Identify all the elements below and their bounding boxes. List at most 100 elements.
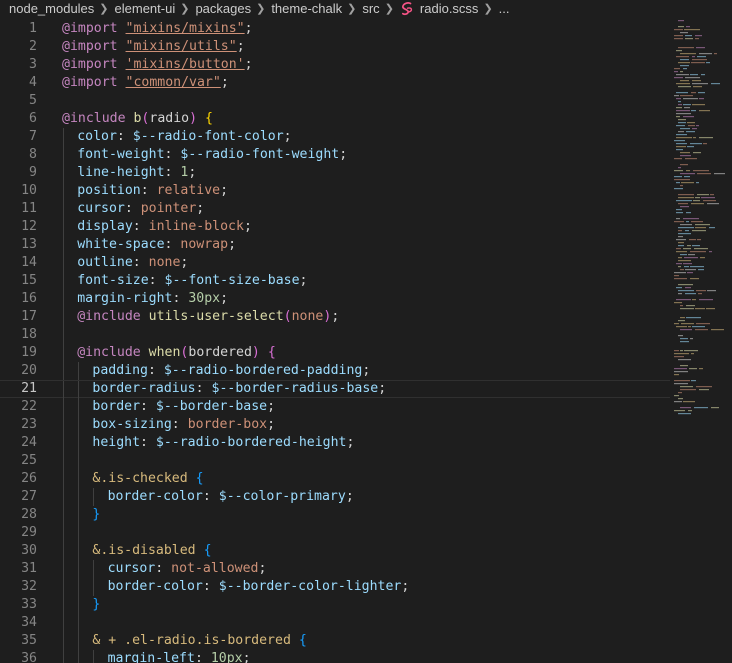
minimap-line	[696, 47, 705, 49]
breadcrumb-ellipsis[interactable]: ...	[499, 0, 510, 18]
code-text: display: inline-block;	[77, 218, 252, 236]
code-line[interactable]: 15 font-size: $--font-size-base;	[0, 272, 670, 290]
minimap-line	[697, 239, 701, 241]
indent-guide	[78, 488, 80, 506]
minimap-line	[674, 95, 679, 97]
code-line[interactable]: 26 &.is-checked {	[0, 470, 670, 488]
indent-guide	[63, 578, 64, 596]
code-line[interactable]: 10 position: relative;	[0, 182, 670, 200]
code-line[interactable]: 34	[0, 614, 670, 632]
minimap-line	[674, 77, 683, 79]
code-line[interactable]: 24 height: $--radio-bordered-height;	[0, 434, 670, 452]
code-line[interactable]: 8 font-weight: $--radio-font-weight;	[0, 146, 670, 164]
minimap-line	[676, 113, 691, 115]
minimap-line	[707, 203, 719, 205]
token: ;	[401, 579, 410, 594]
minimap-line	[674, 68, 680, 70]
minimap-line	[694, 248, 708, 250]
code-text: }	[92, 506, 100, 524]
code-editor[interactable]: 1 @import "mixins/mixins"; 2 @import "mixin…	[0, 18, 670, 663]
token: :	[148, 273, 165, 288]
minimap-line	[676, 125, 685, 127]
token: ;	[244, 21, 253, 36]
code-line[interactable]: 11 cursor: pointer;	[0, 200, 670, 218]
minimap-line	[694, 407, 708, 409]
code-line[interactable]: 12 display: inline-block;	[0, 218, 670, 236]
minimap-line	[676, 110, 690, 112]
code-line[interactable]: 18	[0, 326, 670, 344]
minimap-line	[690, 143, 702, 145]
code-line[interactable]: 13 white-space: nowrap;	[0, 236, 670, 254]
code-text: outline: none;	[77, 254, 188, 272]
minimap-canvas[interactable]	[672, 18, 732, 663]
breadcrumb-item-theme-chalk[interactable]: theme-chalk	[271, 0, 342, 18]
minimap-line	[680, 164, 688, 166]
code-text: white-space: nowrap;	[77, 236, 236, 254]
minimap-line	[690, 338, 693, 340]
code-line[interactable]: 35 & + .el-radio.is-bordered {	[0, 632, 670, 650]
code-line[interactable]: 5	[0, 92, 670, 110]
code-line[interactable]: 3 @import 'mixins/button';	[0, 56, 670, 74]
code-line[interactable]: 9 line-height: 1;	[0, 164, 670, 182]
code-line[interactable]: 33}	[0, 596, 670, 614]
breadcrumb-item-src[interactable]: src	[362, 0, 379, 18]
minimap-line	[678, 266, 681, 268]
code-text: color: $--radio-font-color;	[77, 128, 291, 146]
token: )	[251, 345, 260, 360]
token: ;	[331, 309, 340, 324]
code-line[interactable]: 4 @import "common/var";	[0, 74, 670, 92]
code-line[interactable]: 36 margin-left: 10px;	[0, 650, 670, 663]
breadcrumb-item-element-ui[interactable]: element-ui	[115, 0, 176, 18]
code-line[interactable]: 16 margin-right: 30px;	[0, 290, 670, 308]
code-line[interactable]: 30 &.is-disabled {	[0, 542, 670, 560]
code-line[interactable]: 21 border-radius: $--border-radius-base;	[0, 380, 670, 399]
code-text: position: relative;	[77, 182, 228, 200]
line-number: 2	[29, 39, 37, 54]
code-line[interactable]: 31 cursor: not-allowed;	[0, 560, 670, 578]
minimap-line	[686, 26, 690, 28]
minimap-line	[691, 380, 696, 382]
token: font-size	[77, 273, 149, 288]
minimap-line	[683, 263, 692, 265]
minimap[interactable]	[672, 18, 732, 663]
minimap-line	[684, 266, 689, 268]
code-line[interactable]: 28}	[0, 506, 670, 524]
minimap-line	[676, 248, 681, 250]
code-line[interactable]: 29	[0, 524, 670, 542]
indent-guide	[78, 650, 80, 663]
minimap-line	[707, 290, 716, 292]
breadcrumb-item-packages[interactable]: packages	[195, 0, 251, 18]
line-number: 20	[21, 363, 37, 378]
breadcrumb-file[interactable]: radio.scss	[420, 0, 479, 18]
token: & + .el-radio.is-bordered	[92, 633, 291, 648]
code-line[interactable]: 17 @include utils-user-select(none);	[0, 308, 670, 326]
code-line[interactable]: 23 box-sizing: border-box;	[0, 416, 670, 434]
indent-guide	[63, 632, 64, 650]
minimap-line	[674, 170, 683, 172]
minimap-line	[680, 95, 693, 97]
breadcrumb-item-node-modules[interactable]: node_modules	[0, 0, 94, 18]
code-line[interactable]: 20 padding: $--radio-bordered-padding;	[0, 362, 670, 380]
line-number: 35	[21, 633, 37, 648]
minimap-line	[678, 293, 682, 295]
minimap-line	[678, 167, 681, 169]
code-line[interactable]: 6 @include b(radio) {	[0, 110, 670, 128]
token: ;	[283, 129, 292, 144]
code-line[interactable]: 27 border-color: $--color-primary;	[0, 488, 670, 506]
code-line[interactable]: 7 color: $--radio-font-color;	[0, 128, 670, 146]
code-line[interactable]: 22 border: $--border-base;	[0, 398, 670, 416]
code-line[interactable]: 14 outline: none;	[0, 254, 670, 272]
code-line[interactable]: 2 @import "mixins/utils";	[0, 38, 670, 56]
indent-guide	[63, 542, 64, 560]
token: bordered	[188, 345, 252, 360]
token: :	[195, 381, 212, 396]
token: @include	[77, 345, 149, 360]
line-number: 8	[29, 147, 37, 162]
code-text: @include utils-user-select(none);	[77, 308, 339, 326]
code-line[interactable]: 1 @import "mixins/mixins";	[0, 20, 670, 38]
code-line[interactable]: 19 @include when(bordered) {	[0, 344, 670, 362]
indent-guide	[63, 452, 64, 470]
code-text: &.is-checked {	[92, 470, 203, 488]
code-line[interactable]: 32 border-color: $--border-color-lighter;	[0, 578, 670, 596]
code-line[interactable]: 25	[0, 452, 670, 470]
